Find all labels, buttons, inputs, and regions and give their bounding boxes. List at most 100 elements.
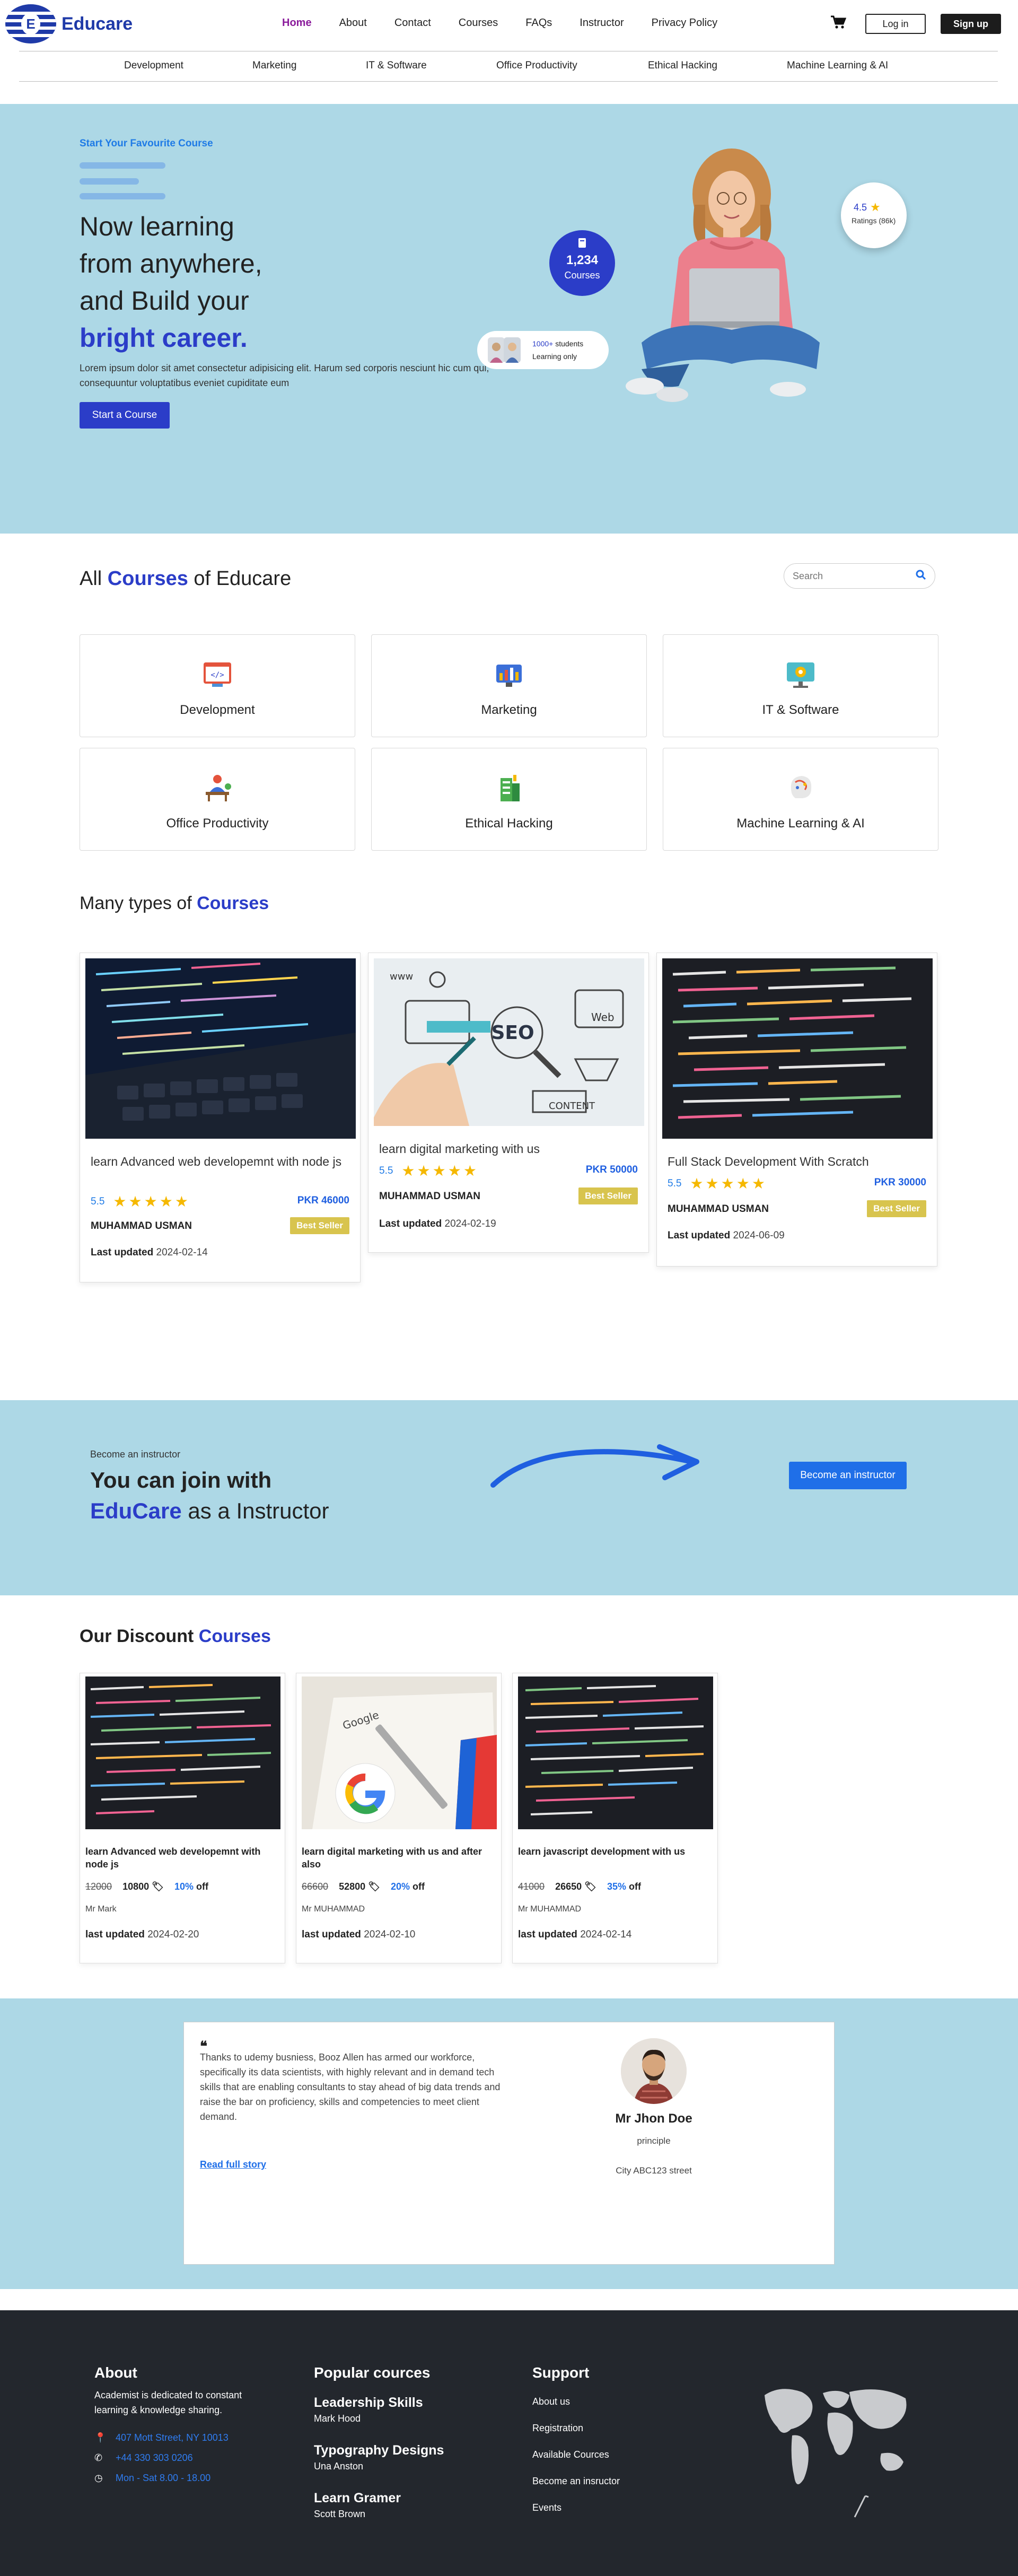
course-title[interactable]: learn digital marketing with us and afte… <box>302 1845 497 1871</box>
main-menu: Home About Contact Courses FAQs Instruct… <box>282 17 745 29</box>
start-course-button[interactable]: Start a Course <box>80 402 170 429</box>
footer-about-title: About <box>94 2364 137 2381</box>
popular-course-link[interactable]: Typography Designs <box>314 2443 444 2458</box>
cart-icon[interactable] <box>830 15 847 33</box>
last-updated: Last updated 2024-02-19 <box>379 1218 496 1230</box>
svg-text:CONTENT: CONTENT <box>549 1101 595 1112</box>
title-text: of Educare <box>194 567 292 590</box>
course-card[interactable]: learn Advanced web developemnt with node… <box>80 953 361 1282</box>
world-map-icon <box>765 2389 907 2518</box>
hero-student-illustration <box>626 149 820 402</box>
course-title[interactable]: learn Advanced web developemnt with node… <box>91 1154 350 1169</box>
category-card-machine-learning[interactable]: Machine Learning & AI <box>663 748 938 851</box>
category-card-ethical-hacking[interactable]: Ethical Hacking <box>371 748 647 851</box>
category-link-ethical-hacking[interactable]: Ethical Hacking <box>648 60 717 72</box>
course-rating: 5.5 ★★★★★ <box>668 1175 767 1192</box>
become-instructor-section: Become an instructor You can join with E… <box>0 1400 1018 1595</box>
course-author: Mr MUHAMMAD <box>302 1905 365 1914</box>
course-title[interactable]: Full Stack Development With Scratch <box>668 1154 927 1169</box>
category-link-it-software[interactable]: IT & Software <box>366 60 427 72</box>
category-link-marketing[interactable]: Marketing <box>252 60 296 72</box>
course-thumbnail: Google <box>302 1676 497 1829</box>
course-price: PKR 46000 <box>297 1195 349 1206</box>
footer-hours: ◷ Mon - Sat 8.00 - 18.00 <box>94 2473 210 2484</box>
testimonial-text: Thanks to udemy busniess, Booz Allen has… <box>200 2052 501 2122</box>
nav-privacy-policy[interactable]: Privacy Policy <box>652 17 717 29</box>
discount-line: 20% off <box>391 1881 425 1892</box>
last-updated: last updated 2024-02-10 <box>302 1929 415 1941</box>
last-updated-date: 2024-02-10 <box>364 1929 416 1940</box>
footer-address[interactable]: 📍 407 Mott Street, NY 10013 <box>94 2432 229 2443</box>
students-badge: 1000+ students Learning only <box>477 331 609 369</box>
search-input[interactable] <box>793 570 916 582</box>
title-text: Our Discount <box>80 1626 194 1646</box>
last-updated: last updated 2024-02-20 <box>85 1929 199 1941</box>
discount-course-card[interactable]: learn javascript development with us 410… <box>512 1673 718 1963</box>
avatar <box>621 2038 687 2104</box>
category-card-office-productivity[interactable]: Office Productivity <box>80 748 355 851</box>
location-pin-icon: 📍 <box>94 2432 107 2443</box>
rating-value: 5.5 <box>91 1195 105 1207</box>
original-price: 41000 <box>518 1881 545 1892</box>
hero-heading-line: Now learning <box>80 212 234 241</box>
hero-decor-line <box>80 162 165 169</box>
footer-address-text: 407 Mott Street, NY 10013 <box>116 2432 229 2443</box>
hero-heading-line: from anywhere, <box>80 249 262 278</box>
course-card[interactable]: Full Stack Development With Scratch 5.5 ★… <box>656 953 937 1267</box>
nav-contact[interactable]: Contact <box>394 17 431 29</box>
footer-link-become-instructor[interactable]: Become an insructor <box>532 2476 620 2487</box>
category-card-development[interactable]: </> Development <box>80 634 355 737</box>
course-title[interactable]: learn javascript development with us <box>518 1845 713 1858</box>
search-icon[interactable] <box>916 570 926 583</box>
star-rating-icon: ★★★★★ <box>113 1193 190 1210</box>
footer-link-available-courses[interactable]: Available Cources <box>532 2449 609 2460</box>
course-title[interactable]: learn Advanced web developemnt with node… <box>85 1845 280 1871</box>
brand-logo[interactable]: E Educare <box>5 4 133 43</box>
read-full-story-link[interactable]: Read full story <box>200 2159 266 2170</box>
course-title[interactable]: learn digital marketing with us <box>379 1141 639 1157</box>
footer-link-events[interactable]: Events <box>532 2502 561 2513</box>
footer-link-registration[interactable]: Registration <box>532 2423 583 2434</box>
category-card-it-software[interactable]: IT & Software <box>663 634 938 737</box>
discounted-price: 52800 <box>339 1881 366 1892</box>
discount-off-label: off <box>196 1881 209 1892</box>
discounted-price: 26650 <box>555 1881 582 1892</box>
popular-course-link[interactable]: Leadership Skills <box>314 2395 423 2411</box>
best-seller-badge: Best Seller <box>578 1187 638 1204</box>
login-button[interactable]: Log in <box>865 14 926 34</box>
nav-courses[interactable]: Courses <box>459 17 498 29</box>
course-card[interactable]: SEO CONTENT www Web learn digital market… <box>368 953 649 1253</box>
footer: About Academist is dedicated to constant… <box>0 2310 1018 2576</box>
footer-phone[interactable]: ✆ +44 330 303 0206 <box>94 2452 193 2464</box>
star-rating-icon: ★★★★★ <box>690 1175 767 1192</box>
course-thumbnail <box>662 958 933 1139</box>
students-sublabel: Learning only <box>532 352 577 361</box>
testimonial-role: principle <box>637 2136 671 2146</box>
last-updated-label: Last updated <box>668 1230 731 1241</box>
category-card-label: Marketing <box>481 703 537 717</box>
nav-instructor[interactable]: Instructor <box>580 17 624 29</box>
discount-course-card[interactable]: Google learn digital marketing with us a… <box>296 1673 502 1963</box>
category-card-marketing[interactable]: Marketing <box>371 634 647 737</box>
footer-link-about-us[interactable]: About us <box>532 2396 570 2407</box>
discount-course-card[interactable]: learn Advanced web developemnt with node… <box>80 1673 285 1963</box>
category-link-development[interactable]: Development <box>124 60 183 72</box>
code-window-icon: </> <box>204 662 231 687</box>
discount-off-label: off <box>413 1881 425 1892</box>
robot-brain-icon <box>791 776 812 798</box>
category-link-office-productivity[interactable]: Office Productivity <box>496 60 577 72</box>
discount-line: 10% off <box>174 1881 208 1892</box>
arrow-icon <box>490 1444 699 1488</box>
signup-button[interactable]: Sign up <box>941 14 1001 34</box>
nav-home[interactable]: Home <box>282 17 312 29</box>
instructor-eyebrow: Become an instructor <box>90 1449 181 1460</box>
best-seller-badge: Best Seller <box>867 1200 926 1217</box>
monitor-gear-icon <box>787 662 814 688</box>
category-link-machine-learning[interactable]: Machine Learning & AI <box>787 60 888 72</box>
last-updated-date: 2024-02-14 <box>156 1247 208 1258</box>
nav-faqs[interactable]: FAQs <box>525 17 552 29</box>
instructor-heading-highlight: EduCare <box>90 1498 182 1523</box>
become-instructor-button[interactable]: Become an instructor <box>789 1462 907 1489</box>
popular-course-link[interactable]: Learn Gramer <box>314 2491 401 2506</box>
nav-about[interactable]: About <box>339 17 367 29</box>
